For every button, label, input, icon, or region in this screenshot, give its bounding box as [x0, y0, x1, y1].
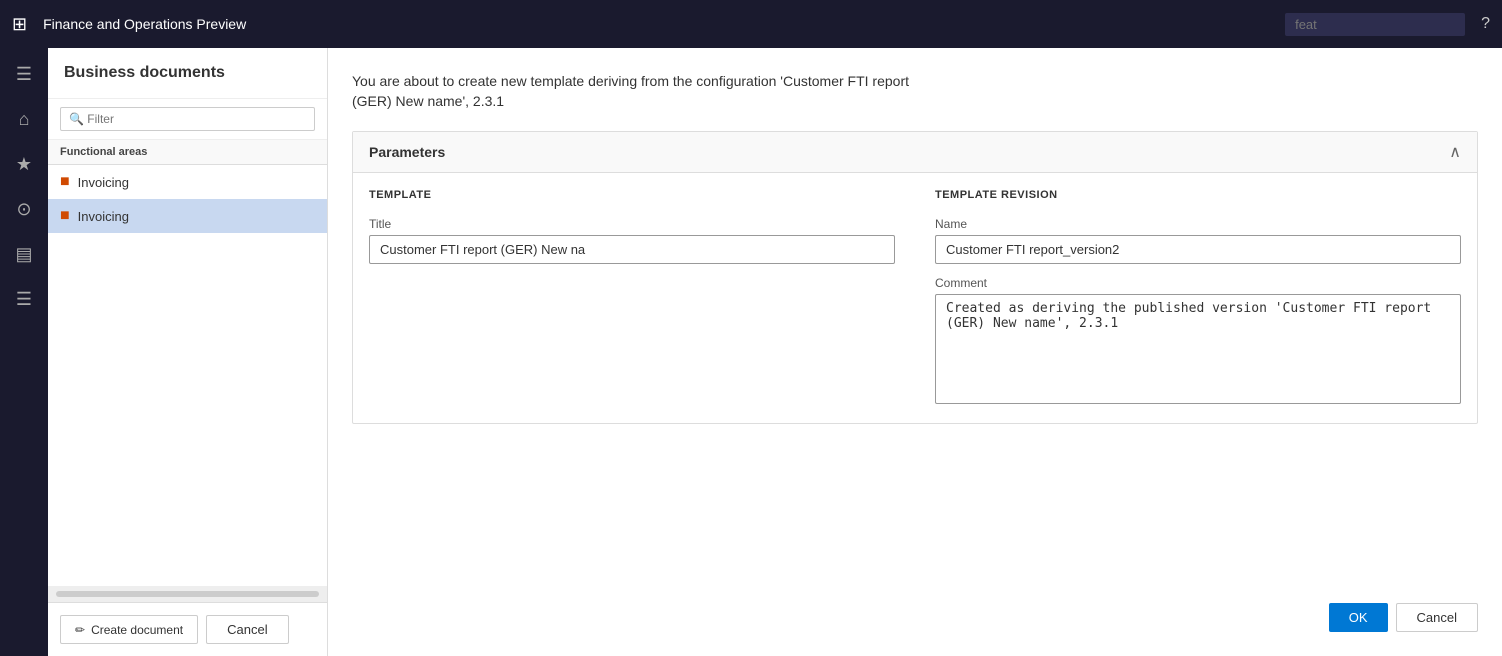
params-section-header: Parameters ∧ — [353, 132, 1477, 173]
ok-button[interactable]: OK — [1329, 603, 1388, 632]
word-icon-2: ■ — [60, 207, 70, 225]
dialog-spacer — [352, 424, 1478, 567]
biz-docs-filter-area — [48, 99, 327, 140]
name-input[interactable] — [935, 235, 1461, 264]
title-label: Title — [369, 217, 895, 231]
create-document-label: Create document — [91, 623, 183, 637]
comment-label: Comment — [935, 276, 1461, 290]
dialog-cancel-button[interactable]: Cancel — [1396, 603, 1478, 632]
word-icon-1: ■ — [60, 173, 70, 191]
biz-docs-scroll-inner[interactable] — [56, 591, 319, 597]
nav-hamburger-icon[interactable]: ☰ — [0, 56, 48, 93]
params-body: TEMPLATE Title TEMPLATE REVISION Name — [353, 173, 1477, 423]
template-col: TEMPLATE Title — [369, 189, 895, 407]
biz-docs-spacer — [48, 233, 327, 586]
biz-docs-filter-input[interactable] — [60, 107, 315, 131]
biz-docs-panel: Business documents Functional areas ■ In… — [48, 48, 328, 656]
template-revision-col-header: TEMPLATE REVISION — [935, 189, 1461, 201]
title-input[interactable] — [369, 235, 895, 264]
main-layout: ☰ ⌂ ★ ⊙ ▤ ☰ 📋 Business document manageme… — [0, 48, 1502, 656]
biz-docs-footer: ✏ Create document Cancel — [48, 602, 327, 656]
template-revision-col: TEMPLATE REVISION Name Comment Created a… — [935, 189, 1461, 407]
biz-docs-item-invoicing-2[interactable]: ■ Invoicing — [48, 199, 327, 233]
biz-docs-cancel-button[interactable]: Cancel — [206, 615, 288, 644]
biz-docs-col-header: Functional areas — [48, 140, 327, 165]
content-area: 📋 Business document management Functiona… — [48, 48, 1502, 656]
pencil-icon: ✏ — [75, 623, 85, 637]
nav-recent-icon[interactable]: ⊙ — [0, 191, 48, 228]
grid-icon[interactable]: ⊞ — [12, 14, 27, 35]
nav-modules-icon[interactable]: ☰ — [0, 281, 48, 318]
biz-docs-title: Business documents — [48, 48, 327, 99]
params-section-title: Parameters — [369, 144, 445, 160]
dialog-title: You are about to create new template der… — [352, 72, 952, 111]
name-label: Name — [935, 217, 1461, 231]
params-collapse-icon[interactable]: ∧ — [1449, 142, 1461, 162]
nav-favorites-icon[interactable]: ★ — [0, 146, 48, 183]
title-field-group: Title — [369, 217, 895, 264]
comment-textarea[interactable]: Created as deriving the published versio… — [935, 294, 1461, 404]
topbar: ⊞ Finance and Operations Preview ? — [0, 0, 1502, 48]
create-document-button[interactable]: ✏ Create document — [60, 615, 198, 644]
nav-workspaces-icon[interactable]: ▤ — [0, 236, 48, 273]
params-section: Parameters ∧ TEMPLATE Title — [352, 131, 1478, 424]
nav-home-icon[interactable]: ⌂ — [0, 101, 48, 138]
help-icon[interactable]: ? — [1481, 15, 1490, 33]
name-field-group: Name — [935, 217, 1461, 264]
topbar-search[interactable] — [1285, 13, 1465, 36]
params-footer: OK Cancel — [352, 587, 1478, 632]
sidenav: ☰ ⌂ ★ ⊙ ▤ ☰ — [0, 48, 48, 656]
biz-docs-item-label-2: Invoicing — [78, 209, 129, 224]
template-col-header: TEMPLATE — [369, 189, 895, 201]
app-title: Finance and Operations Preview — [43, 16, 1269, 32]
overlay: Business documents Functional areas ■ In… — [48, 48, 1502, 656]
biz-docs-scroll[interactable] — [48, 586, 327, 602]
biz-docs-item-invoicing-1[interactable]: ■ Invoicing — [48, 165, 327, 199]
comment-field-group: Comment Created as deriving the publishe… — [935, 276, 1461, 407]
params-panel: You are about to create new template der… — [328, 48, 1502, 656]
biz-docs-item-label-1: Invoicing — [78, 175, 129, 190]
